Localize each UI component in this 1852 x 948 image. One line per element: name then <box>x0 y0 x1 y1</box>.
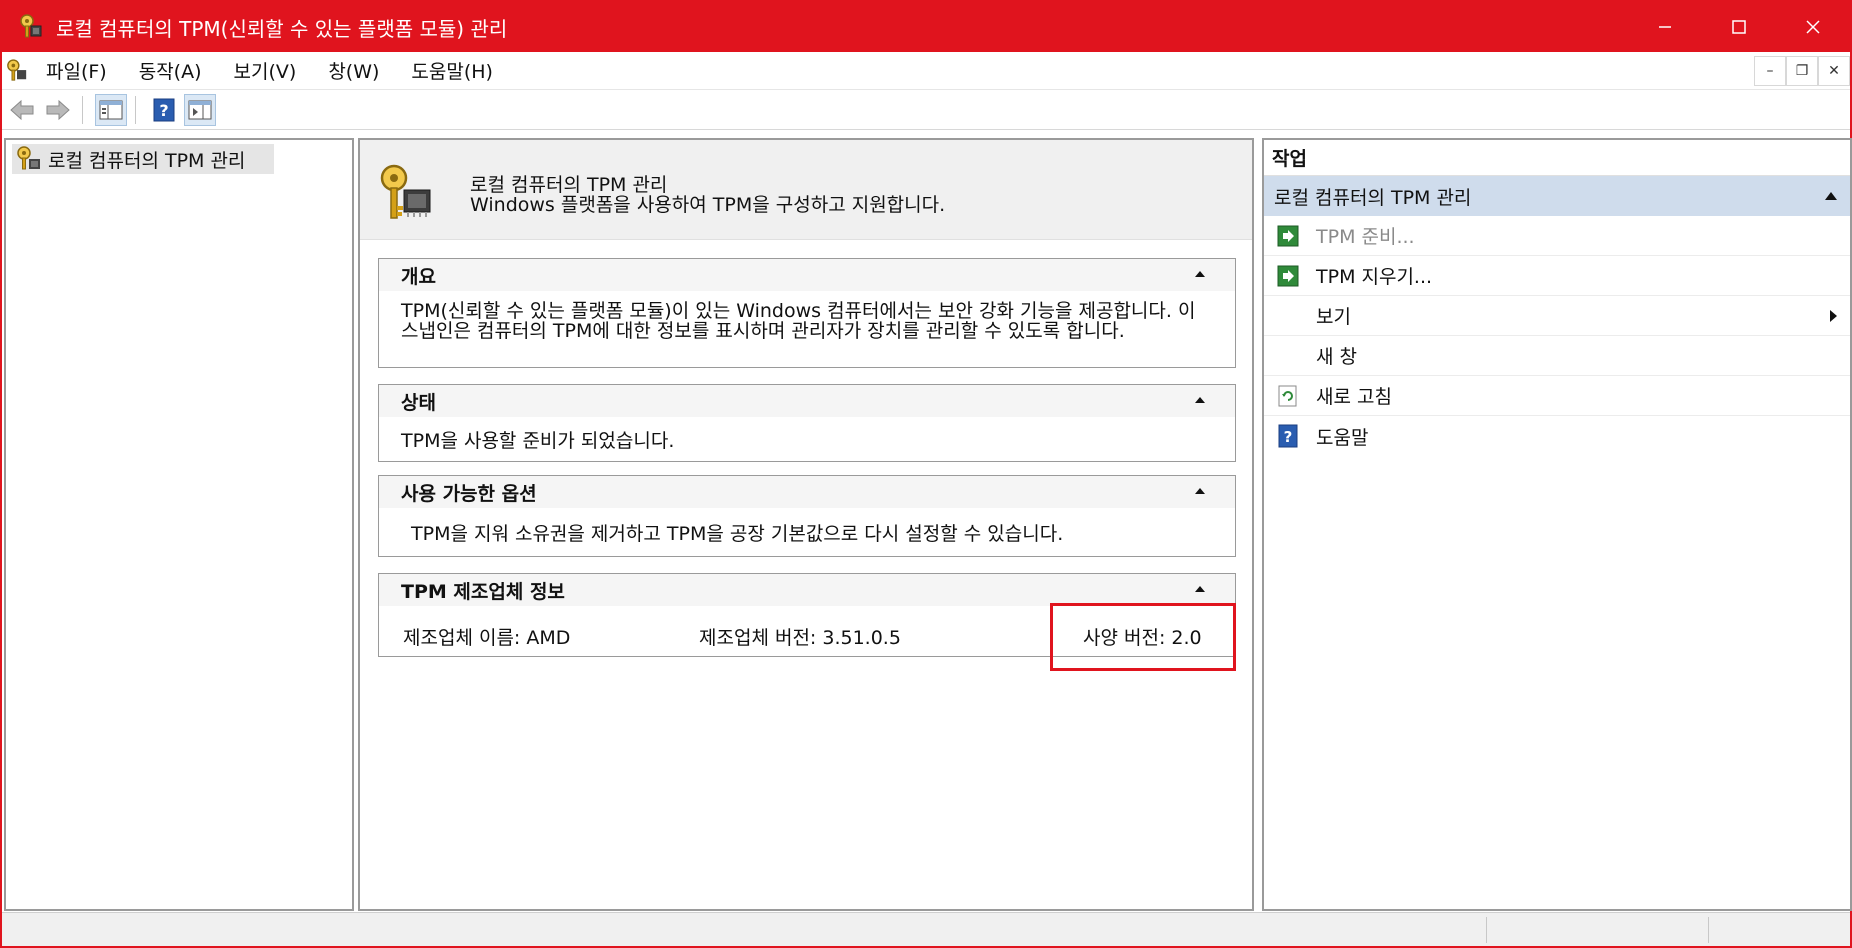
collapse-up-icon[interactable] <box>1193 267 1207 281</box>
snapin-header: 로컬 컴퓨터의 TPM 관리 Windows 플랫폼을 사용하여 TPM을 구성… <box>360 140 1252 240</box>
help-icon: ? <box>153 98 175 121</box>
action-label: 새 창 <box>1316 346 1357 368</box>
actions-group-header[interactable]: 로컬 컴퓨터의 TPM 관리 <box>1264 176 1850 216</box>
collapse-up-icon[interactable] <box>1193 582 1207 596</box>
collapse-up-icon[interactable] <box>1193 393 1207 407</box>
action-new-window[interactable]: 새 창 <box>1264 336 1850 376</box>
tpm-key-icon <box>17 146 40 170</box>
minimize-icon <box>1659 26 1671 28</box>
forward-arrow-icon <box>46 99 70 120</box>
show-hide-action-pane-button[interactable] <box>184 93 216 126</box>
overview-section: 개요 TPM(신뢰할 수 있는 플랫폼 모듈)이 있는 Windows 컴퓨터에… <box>378 258 1236 368</box>
close-icon: ✕ <box>1828 63 1840 79</box>
maximize-button[interactable] <box>1702 2 1776 52</box>
menu-bar: 파일(F) 동작(A) 보기(V) 창(W) 도움말(H) – ❐ ✕ <box>2 52 1850 90</box>
action-prepare-tpm[interactable]: TPM 준비... <box>1264 216 1850 256</box>
back-button[interactable] <box>6 94 38 126</box>
action-help[interactable]: ? 도움말 <box>1264 416 1850 456</box>
overview-body: TPM(신뢰할 수 있는 플랫폼 모듈)이 있는 Windows 컴퓨터에서는 … <box>401 300 1196 342</box>
action-label: TPM 지우기... <box>1316 266 1433 288</box>
action-view[interactable]: 보기 <box>1264 296 1850 336</box>
tpm-key-icon <box>380 164 431 219</box>
menu-window[interactable]: 창(W) <box>326 55 381 86</box>
tpm-key-icon <box>16 12 46 42</box>
submenu-arrow-icon <box>1830 310 1837 322</box>
tree-item-tpm-management[interactable]: 로컬 컴퓨터의 TPM 관리 <box>12 144 274 174</box>
manufacturer-title: TPM 제조업체 정보 <box>401 580 565 603</box>
maximize-icon <box>1732 20 1746 34</box>
restore-icon: ❐ <box>1795 63 1809 79</box>
mdi-child-controls: – ❐ ✕ <box>1754 56 1850 86</box>
collapse-up-icon[interactable] <box>1193 484 1207 498</box>
action-label: TPM 준비... <box>1316 226 1415 248</box>
show-hide-console-tree-button[interactable] <box>95 93 127 126</box>
menu-action[interactable]: 동작(A) <box>137 55 204 86</box>
minimize-icon: – <box>1766 63 1774 79</box>
close-button[interactable] <box>1776 2 1850 52</box>
action-arrow-icon <box>1276 224 1300 248</box>
action-arrow-icon <box>1276 264 1300 288</box>
spec-version-highlight <box>1050 603 1236 671</box>
show-hide-console-tree-icon <box>99 100 123 119</box>
show-hide-action-pane-icon <box>188 100 212 119</box>
toolbar-separator <box>135 95 136 124</box>
tpm-system-menu-icon[interactable] <box>4 56 30 86</box>
status-body: TPM을 사용할 준비가 되었습니다. <box>401 430 675 452</box>
action-label: 도움말 <box>1316 426 1369 449</box>
close-icon <box>1806 20 1820 34</box>
collapse-up-icon[interactable] <box>1824 190 1838 202</box>
help-button[interactable]: ? <box>148 94 180 126</box>
manufacturer-version: 제조업체 버전: 3.51.0.5 <box>699 627 901 649</box>
console-tree-pane: 로컬 컴퓨터의 TPM 관리 <box>4 138 354 911</box>
status-bar <box>2 912 1850 946</box>
status-bar-divider <box>1486 917 1487 943</box>
status-header[interactable]: 상태 <box>379 385 1235 417</box>
status-section: 상태 TPM을 사용할 준비가 되었습니다. <box>378 384 1236 462</box>
manufacturer-name: 제조업체 이름: AMD <box>403 627 571 649</box>
title-bar: 로컬 컴퓨터의 TPM(신뢰할 수 있는 플랫폼 모듈) 관리 <box>2 2 1850 52</box>
status-title: 상태 <box>401 391 436 414</box>
help-icon: ? <box>1276 424 1300 448</box>
svg-text:?: ? <box>159 101 168 120</box>
available-options-header[interactable]: 사용 가능한 옵션 <box>379 476 1235 508</box>
snapin-description: Windows 플랫폼을 사용하여 TPM을 구성하고 지원합니다. <box>470 194 946 216</box>
refresh-icon <box>1276 384 1300 408</box>
result-pane: 로컬 컴퓨터의 TPM 관리 Windows 플랫폼을 사용하여 TPM을 구성… <box>358 138 1254 911</box>
action-refresh[interactable]: 새로 고침 <box>1264 376 1850 416</box>
overview-title: 개요 <box>401 265 436 288</box>
actions-group-label: 로컬 컴퓨터의 TPM 관리 <box>1274 186 1472 209</box>
forward-button[interactable] <box>42 94 74 126</box>
actions-pane: 작업 로컬 컴퓨터의 TPM 관리 TPM 준비... TPM 지우기... 보… <box>1262 138 1852 911</box>
tree-item-label: 로컬 컴퓨터의 TPM 관리 <box>48 149 246 172</box>
action-clear-tpm[interactable]: TPM 지우기... <box>1264 256 1850 296</box>
manufacturer-header[interactable]: TPM 제조업체 정보 <box>379 574 1235 606</box>
status-bar-divider <box>1708 917 1709 943</box>
menu-view[interactable]: 보기(V) <box>232 55 299 86</box>
actions-title: 작업 <box>1264 140 1850 176</box>
svg-text:?: ? <box>1284 428 1293 446</box>
child-close-button[interactable]: ✕ <box>1818 56 1850 86</box>
child-minimize-button[interactable]: – <box>1754 56 1786 86</box>
menu-help[interactable]: 도움말(H) <box>409 55 495 86</box>
minimize-button[interactable] <box>1628 2 1702 52</box>
available-options-body: TPM을 지워 소유권을 제거하고 TPM을 공장 기본값으로 다시 설정할 수… <box>411 523 1064 545</box>
window-title: 로컬 컴퓨터의 TPM(신뢰할 수 있는 플랫폼 모듈) 관리 <box>56 16 508 41</box>
window-controls <box>1628 2 1850 52</box>
toolbar-separator <box>82 95 83 124</box>
manufacturer-section: TPM 제조업체 정보 제조업체 이름: AMD 제조업체 버전: 3.51.0… <box>378 573 1236 671</box>
back-arrow-icon <box>10 99 34 120</box>
available-options-section: 사용 가능한 옵션 TPM을 지워 소유권을 제거하고 TPM을 공장 기본값으… <box>378 475 1236 557</box>
toolbar: ? <box>2 90 1850 130</box>
action-label: 새로 고침 <box>1316 386 1392 408</box>
child-restore-button[interactable]: ❐ <box>1786 56 1818 86</box>
available-options-title: 사용 가능한 옵션 <box>401 482 537 505</box>
mmc-window: 로컬 컴퓨터의 TPM(신뢰할 수 있는 플랫폼 모듈) 관리 파일(F) 동작… <box>0 0 1852 948</box>
menu-file[interactable]: 파일(F) <box>44 55 109 86</box>
action-label: 보기 <box>1316 306 1351 328</box>
overview-header[interactable]: 개요 <box>379 259 1235 291</box>
